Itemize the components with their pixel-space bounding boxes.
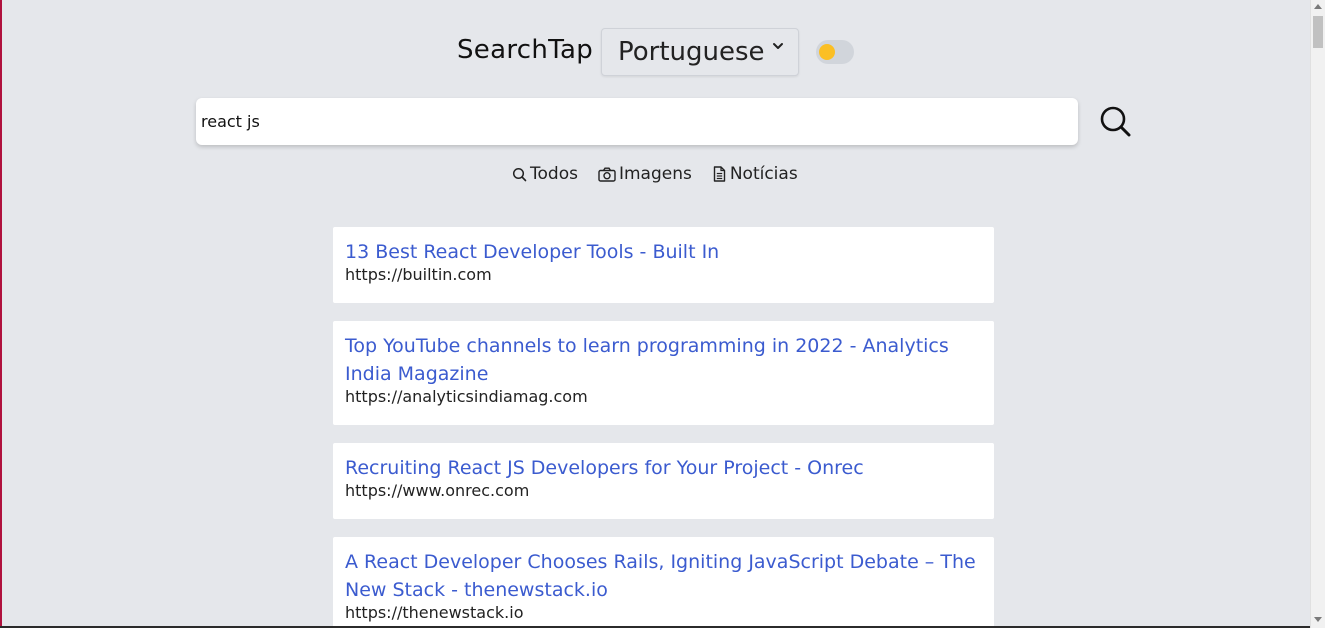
search-input[interactable] xyxy=(196,98,1078,145)
result-title-link[interactable]: A React Developer Chooses Rails, Ignitin… xyxy=(345,548,982,604)
tab-news-label: Notícias xyxy=(729,164,798,184)
search-icon[interactable] xyxy=(1098,104,1132,140)
tab-news[interactable]: Notícias xyxy=(712,164,798,184)
tab-images-label: Imagens xyxy=(618,164,692,184)
chevron-down-icon xyxy=(773,43,783,49)
search-icon xyxy=(512,167,527,181)
language-select[interactable]: Portuguese xyxy=(601,28,799,76)
scrollbar-thumb[interactable] xyxy=(1313,16,1323,48)
result-card: 13 Best React Developer Tools - Built In… xyxy=(333,227,994,303)
camera-icon xyxy=(598,167,616,182)
vertical-scrollbar[interactable] xyxy=(1310,0,1325,628)
search-type-tabs: Todos Imagens Notícias xyxy=(512,162,818,186)
toggle-knob xyxy=(819,44,835,60)
result-url: https://www.onrec.com xyxy=(345,481,530,500)
app-root: SearchTap Portuguese Todos Im xyxy=(0,0,1325,628)
language-select-value: Portuguese xyxy=(618,37,765,67)
tab-all[interactable]: Todos xyxy=(512,164,578,184)
theme-toggle[interactable] xyxy=(816,40,854,64)
result-url: https://analyticsindiamag.com xyxy=(345,387,588,406)
brand-logo[interactable]: SearchTap xyxy=(457,35,593,65)
tab-all-label: Todos xyxy=(530,164,578,184)
result-title-link[interactable]: Top YouTube channels to learn programmin… xyxy=(345,332,982,388)
result-card: Top YouTube channels to learn programmin… xyxy=(333,321,994,425)
tab-images[interactable]: Imagens xyxy=(598,164,692,184)
result-title-link[interactable]: 13 Best React Developer Tools - Built In xyxy=(345,238,982,266)
window-edge xyxy=(0,0,2,628)
result-url: https://thenewstack.io xyxy=(345,603,524,622)
document-icon xyxy=(713,166,726,182)
scroll-down-arrow-icon[interactable] xyxy=(1314,617,1322,622)
result-title-link[interactable]: Recruiting React JS Developers for Your … xyxy=(345,454,982,482)
result-card: A React Developer Chooses Rails, Ignitin… xyxy=(333,537,994,628)
scroll-up-arrow-icon[interactable] xyxy=(1314,4,1322,9)
result-card: Recruiting React JS Developers for Your … xyxy=(333,443,994,519)
result-url: https://builtin.com xyxy=(345,265,492,284)
